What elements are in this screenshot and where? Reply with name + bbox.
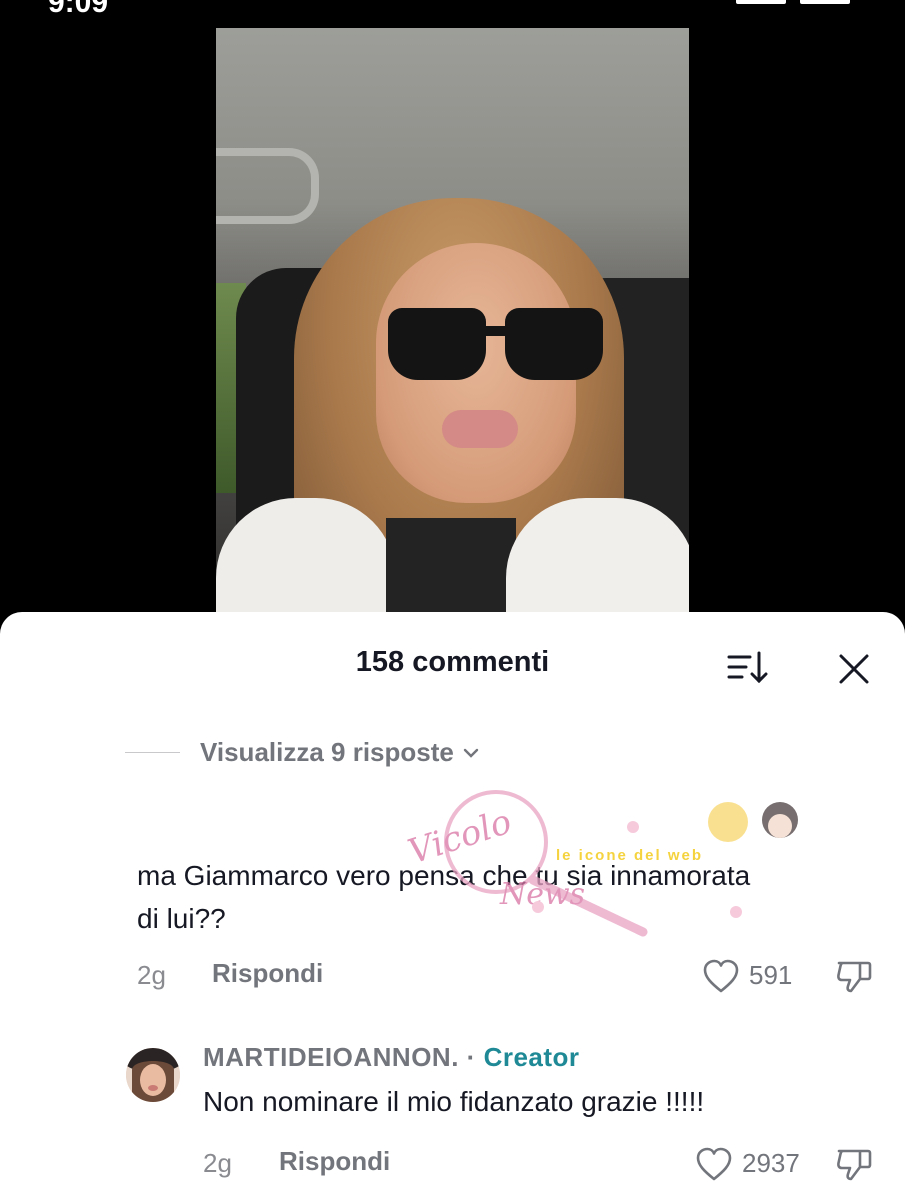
- creator-username-line: MARTIDEIOANNON. · Creator: [203, 1042, 580, 1073]
- username-blurred[interactable]: [137, 802, 257, 828]
- dislike-icon[interactable]: [834, 956, 874, 996]
- reply-button[interactable]: Rispondi: [212, 958, 323, 989]
- close-icon[interactable]: [837, 652, 871, 686]
- svg-text:Vicolo: Vicolo: [403, 802, 516, 873]
- car-grab-handle: [216, 148, 319, 224]
- dislike-icon[interactable]: [834, 1144, 874, 1184]
- view-replies-label: Visualizza 9 risposte: [200, 737, 454, 767]
- status-time: 9:09: [48, 0, 109, 19]
- creator-avatar[interactable]: [126, 1048, 180, 1102]
- view-replies-button[interactable]: Visualizza 9 risposte: [125, 737, 480, 768]
- battery-icon: [800, 0, 850, 4]
- comments-sheet: 158 commenti Visualizza 9 risposte ma Gi…: [0, 612, 905, 1200]
- heart-icon[interactable]: [702, 958, 740, 994]
- chevron-down-icon: [463, 748, 479, 758]
- status-icons: [736, 0, 850, 4]
- reply-time: 2g: [203, 1148, 232, 1178]
- status-bar: 9:09: [0, 0, 905, 28]
- svg-text:le icone del web: le icone del web: [556, 847, 703, 864]
- reply-button[interactable]: Rispondi: [279, 1146, 390, 1177]
- sunglasses: [388, 308, 603, 388]
- heart-icon[interactable]: [695, 1146, 733, 1182]
- like-count: 591: [749, 960, 793, 990]
- watermark-logo: Vicolo News le icone del web: [403, 790, 798, 937]
- avatar[interactable]: [28, 824, 114, 910]
- separator-dot: ·: [466, 1042, 476, 1072]
- comment-time: 2g: [137, 960, 166, 990]
- creator-badge: Creator: [483, 1042, 580, 1072]
- creator-username[interactable]: MARTIDEIOANNON.: [203, 1042, 459, 1072]
- like-count: 2937: [742, 1148, 800, 1178]
- divider: [125, 752, 180, 753]
- reply-text: Non nominare il mio fidanzato grazie !!!…: [203, 1086, 705, 1117]
- video-player[interactable]: [216, 28, 689, 612]
- coat: [386, 518, 516, 612]
- sort-icon[interactable]: [726, 650, 770, 686]
- person-lips: [442, 410, 518, 448]
- signal-icon: [736, 0, 786, 4]
